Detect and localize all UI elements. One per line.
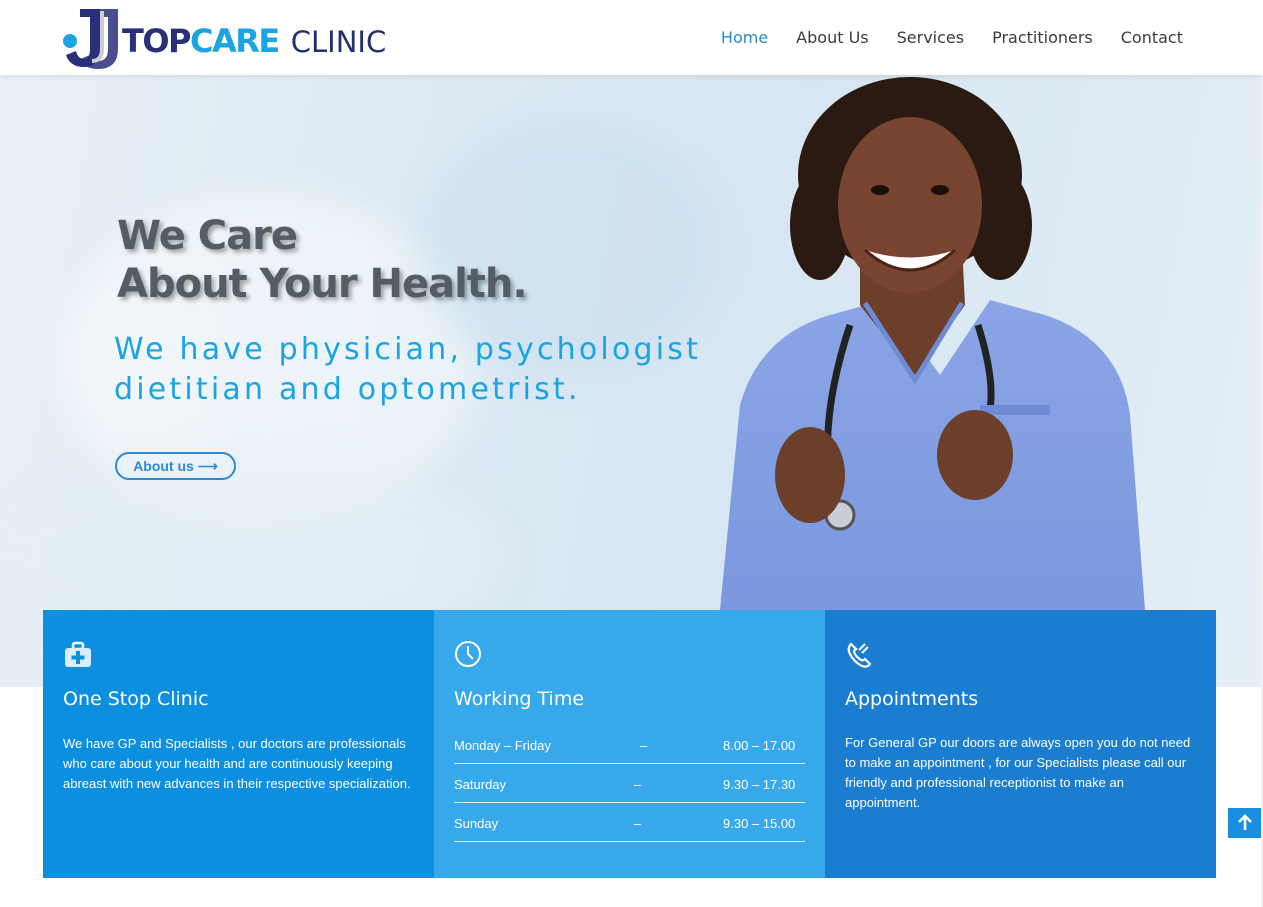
- hours-row: Monday – Friday – 8.00 – 17.00: [454, 725, 805, 764]
- working-time-panel: Working Time Monday – Friday – 8.00 – 17…: [434, 610, 825, 878]
- hours-time: 9.30 – 17.30: [723, 777, 796, 792]
- main-nav: Home About Us Services Practitioners Con…: [721, 28, 1183, 47]
- logo-text-top: TOP: [122, 22, 191, 60]
- hours-day: Sunday: [454, 816, 499, 831]
- nurse-photo: [720, 77, 1145, 610]
- site-header: TOP CARE CLINIC Home About Us Services P…: [0, 0, 1263, 75]
- hours-day: Saturday: [454, 777, 507, 792]
- logo-text-clinic: CLINIC: [290, 25, 387, 59]
- hero-banner: We Care About Your Health. We have physi…: [0, 75, 1263, 687]
- nav-services[interactable]: Services: [897, 28, 964, 47]
- hero-subtitle-line-1: We have physician, psychologist: [114, 332, 702, 367]
- logo-text-care: CARE: [189, 22, 280, 60]
- arrow-up-icon: [1237, 814, 1252, 830]
- nav-practitioners[interactable]: Practitioners: [992, 28, 1093, 47]
- hero-subtitle: We have physician, psychologist dietitia…: [114, 330, 701, 410]
- nav-home[interactable]: Home: [721, 28, 768, 47]
- logo-mark-icon: [60, 5, 120, 71]
- hero-title: We Care About Your Health.: [117, 212, 528, 308]
- phone-icon: [845, 640, 875, 670]
- logo-wordmark: TOP CARE CLINIC: [122, 22, 386, 60]
- panel-title: One Stop Clinic: [63, 688, 209, 710]
- clock-icon: [454, 640, 484, 670]
- nav-about-us[interactable]: About Us: [796, 28, 868, 47]
- working-hours-table: Monday – Friday – 8.00 – 17.00 Saturday …: [454, 725, 805, 842]
- hero-title-line-2: About Your Health.: [117, 261, 528, 307]
- panel-title: Working Time: [454, 688, 585, 710]
- site-logo[interactable]: TOP CARE CLINIC: [60, 4, 386, 72]
- hours-dash: –: [640, 738, 648, 753]
- nav-contact[interactable]: Contact: [1121, 28, 1183, 47]
- hours-time: 8.00 – 17.00: [723, 738, 796, 753]
- hours-row: Saturday – 9.30 – 17.30: [454, 764, 805, 803]
- hours-time: 9.30 – 15.00: [723, 816, 796, 831]
- hours-dash: –: [634, 777, 642, 792]
- hours-row: Sunday – 9.30 – 15.00: [454, 803, 805, 842]
- hours-dash: –: [634, 816, 642, 831]
- medical-kit-icon: [63, 640, 93, 670]
- panel-text: For General GP our doors are always open…: [845, 735, 1191, 810]
- appointments-panel: Appointments For General GP our doors ar…: [825, 610, 1216, 878]
- hours-day: Monday – Friday: [454, 738, 551, 753]
- panel-title: Appointments: [845, 688, 979, 710]
- panel-text: We have GP and Specialists , our doctors…: [63, 736, 411, 791]
- one-stop-clinic-panel: One Stop Clinic We have GP and Specialis…: [43, 610, 434, 878]
- about-us-button[interactable]: About us ⟶: [115, 452, 236, 480]
- scroll-to-top-button[interactable]: [1228, 808, 1261, 838]
- hero-title-line-1: We Care: [117, 213, 298, 259]
- hero-subtitle-line-2: dietitian and optometrist.: [114, 372, 581, 407]
